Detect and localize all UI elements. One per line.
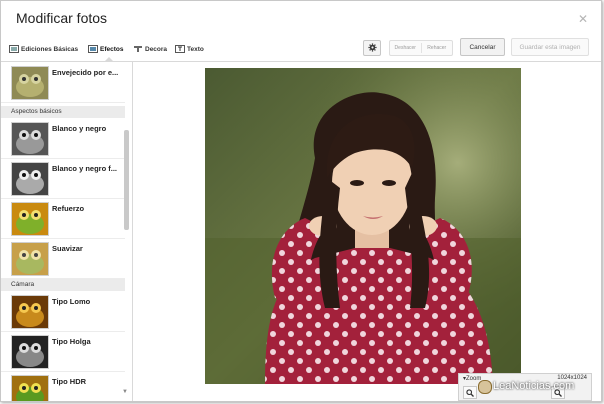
effect-thumbnail xyxy=(11,295,49,329)
redo-button[interactable]: Rehacer xyxy=(422,45,453,51)
save-image-button[interactable]: Guardar esta imagen xyxy=(511,38,589,56)
watermark: LeaNoticias.com xyxy=(493,380,575,392)
sidebar-scrollbar[interactable] xyxy=(124,130,129,230)
scroll-down-icon[interactable]: ▼ xyxy=(122,389,128,395)
effect-thumbnail xyxy=(11,335,49,369)
tab-basic-edits-label: Ediciones Básicas xyxy=(21,45,79,53)
basic-edits-icon xyxy=(9,45,19,53)
effect-thumbnail xyxy=(11,66,49,100)
effects-sidebar: Envejecido por e... Aspectos básicos Bla… xyxy=(1,62,133,401)
effect-label: Blanco y negro xyxy=(52,124,107,133)
close-icon[interactable]: ✕ xyxy=(578,13,588,25)
effect-label: Blanco y negro f... xyxy=(52,164,118,173)
section-header-basics: Aspectos básicos xyxy=(1,106,125,118)
text-icon xyxy=(175,45,185,53)
effect-item-boost[interactable]: Refuerzo xyxy=(1,198,125,239)
watermark-logo-icon xyxy=(478,380,492,394)
cancel-button[interactable]: Cancelar xyxy=(460,38,505,56)
edit-photos-dialog: Modificar fotos ✕ Ediciones Básicas Efec… xyxy=(0,0,602,402)
editor-toolbar: Ediciones Básicas Efectos Decora Texto D… xyxy=(1,37,601,62)
section-header-camera: Cámara xyxy=(1,279,125,291)
effect-item-black-white-filter[interactable]: Blanco y negro f... xyxy=(1,158,125,199)
tab-decorate[interactable]: Decora xyxy=(133,41,167,57)
effect-item-hdr[interactable]: Tipo HDR xyxy=(1,371,125,401)
effect-thumbnail xyxy=(11,122,49,156)
undo-redo-group: Deshacer Rehacer xyxy=(389,40,453,56)
effect-thumbnail xyxy=(11,162,49,196)
effect-item-aged[interactable]: Envejecido por e... xyxy=(1,62,125,103)
undo-button[interactable]: Deshacer xyxy=(390,45,421,51)
dialog-title: Modificar fotos xyxy=(16,10,108,26)
effect-item-lomo[interactable]: Tipo Lomo xyxy=(1,291,125,332)
effect-item-soften[interactable]: Suavizar xyxy=(1,238,125,279)
edited-photo[interactable] xyxy=(205,68,521,384)
effect-item-black-white[interactable]: Blanco y negro xyxy=(1,118,125,159)
zoom-in-button[interactable] xyxy=(463,386,477,399)
gear-icon xyxy=(367,39,377,57)
tab-text-label: Texto xyxy=(187,45,204,53)
effect-label: Tipo Lomo xyxy=(52,297,91,306)
tab-effects[interactable]: Efectos xyxy=(88,41,123,57)
effect-thumbnail xyxy=(11,202,49,236)
effect-thumbnail xyxy=(11,242,49,276)
effects-icon xyxy=(88,45,98,53)
effect-thumbnail xyxy=(11,375,49,401)
tab-decorate-label: Decora xyxy=(145,45,168,53)
effect-item-holga[interactable]: Tipo Holga xyxy=(1,331,125,372)
effect-label: Envejecido por e... xyxy=(52,68,119,77)
magnifier-icon xyxy=(466,384,474,402)
effect-label: Tipo Holga xyxy=(52,337,91,346)
effect-label: Suavizar xyxy=(52,244,83,253)
tab-text[interactable]: Texto xyxy=(175,41,204,57)
tab-effects-label: Efectos xyxy=(100,45,124,53)
effect-label: Tipo HDR xyxy=(52,377,87,386)
photo-canvas: ▾Zoom 1024x1024 xyxy=(133,62,601,401)
decorate-icon xyxy=(133,45,143,53)
settings-button[interactable] xyxy=(363,40,381,56)
tab-basic-edits[interactable]: Ediciones Básicas xyxy=(9,41,78,57)
effect-label: Refuerzo xyxy=(52,204,85,213)
